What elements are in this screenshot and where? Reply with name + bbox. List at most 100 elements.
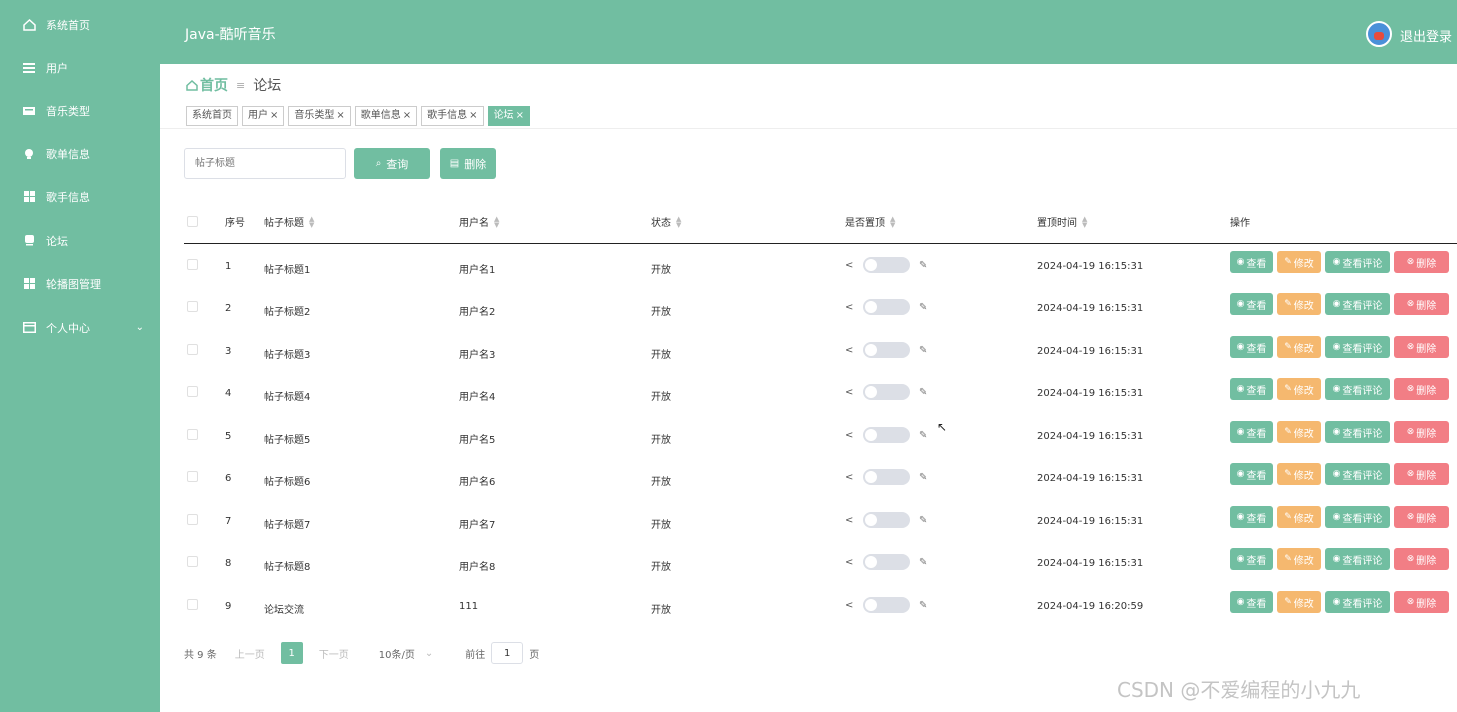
share-icon[interactable]: <: [845, 515, 853, 526]
sidebar-item-music-type[interactable]: 音乐类型: [0, 89, 160, 132]
sidebar-item-forum[interactable]: 论坛: [0, 219, 160, 262]
view-button[interactable]: ◉ 查看: [1230, 591, 1273, 613]
pen-icon[interactable]: ✎: [919, 430, 927, 441]
edit-button[interactable]: ✎ 修改: [1277, 378, 1321, 400]
share-icon[interactable]: <: [845, 302, 853, 313]
sort-icon[interactable]: ▲ ▼: [309, 215, 314, 228]
row-delete-button[interactable]: ⊗ 删除: [1394, 421, 1449, 443]
row-delete-button[interactable]: ⊗ 删除: [1394, 548, 1449, 570]
pen-icon[interactable]: ✎: [919, 600, 927, 611]
close-icon[interactable]: ×: [516, 110, 524, 121]
share-icon[interactable]: <: [845, 430, 853, 441]
row-checkbox[interactable]: [187, 556, 198, 567]
page-number-button[interactable]: 1: [280, 642, 303, 664]
row-delete-button[interactable]: ⊗ 删除: [1394, 591, 1449, 613]
share-icon[interactable]: <: [845, 345, 853, 356]
search-input[interactable]: [184, 148, 346, 179]
view-button[interactable]: ◉ 查看: [1230, 463, 1273, 485]
view-button[interactable]: ◉ 查看: [1230, 378, 1273, 400]
column-header-user[interactable]: 用户名 ▲ ▼: [459, 214, 499, 229]
prev-page-button[interactable]: 上一页: [235, 646, 265, 661]
share-icon[interactable]: <: [845, 557, 853, 568]
select-all-checkbox[interactable]: [187, 216, 198, 227]
view-comments-button[interactable]: ◉ 查看评论: [1325, 293, 1390, 315]
view-comments-button[interactable]: ◉ 查看评论: [1325, 251, 1390, 273]
pinned-toggle[interactable]: [863, 597, 910, 613]
delete-button[interactable]: ▤ 删除: [440, 148, 496, 179]
column-header-status[interactable]: 状态 ▲ ▼: [651, 214, 681, 229]
column-header-title[interactable]: 帖子标题 ▲ ▼: [264, 214, 314, 229]
row-checkbox[interactable]: [187, 514, 198, 525]
column-header-pin-time[interactable]: 置顶时间 ▲ ▼: [1037, 214, 1087, 229]
sidebar-item-home[interactable]: 系统首页: [0, 3, 160, 46]
sidebar-item-profile[interactable]: 个人中心 ⌄: [0, 306, 160, 349]
view-button[interactable]: ◉ 查看: [1230, 336, 1273, 358]
logout-button[interactable]: 退出登录: [1400, 26, 1452, 45]
row-delete-button[interactable]: ⊗ 删除: [1394, 336, 1449, 358]
view-button[interactable]: ◉ 查看: [1230, 421, 1273, 443]
sidebar-item-playlist[interactable]: 歌单信息: [0, 132, 160, 175]
share-icon[interactable]: <: [845, 387, 853, 398]
tab-users[interactable]: 用户 ×: [242, 106, 285, 126]
pen-icon[interactable]: ✎: [919, 302, 927, 313]
view-comments-button[interactable]: ◉ 查看评论: [1325, 506, 1390, 528]
close-icon[interactable]: ×: [270, 110, 278, 121]
row-checkbox[interactable]: [187, 301, 198, 312]
share-icon[interactable]: <: [845, 260, 853, 271]
edit-button[interactable]: ✎ 修改: [1277, 336, 1321, 358]
tab-music-type[interactable]: 音乐类型 ×: [288, 106, 351, 126]
row-checkbox[interactable]: [187, 429, 198, 440]
view-button[interactable]: ◉ 查看: [1230, 548, 1273, 570]
pen-icon[interactable]: ✎: [919, 387, 927, 398]
pinned-toggle[interactable]: [863, 512, 910, 528]
query-button[interactable]: ⌕ 查询: [354, 148, 430, 179]
breadcrumb-home[interactable]: 首页: [186, 75, 228, 95]
edit-button[interactable]: ✎ 修改: [1277, 421, 1321, 443]
page-size-select[interactable]: 10条/页 ⌄: [379, 646, 433, 661]
sidebar-item-singer[interactable]: 歌手信息: [0, 175, 160, 218]
pen-icon[interactable]: ✎: [919, 557, 927, 568]
pinned-toggle[interactable]: [863, 342, 910, 358]
row-checkbox[interactable]: [187, 471, 198, 482]
pinned-toggle[interactable]: [863, 257, 910, 273]
pinned-toggle[interactable]: [863, 299, 910, 315]
view-comments-button[interactable]: ◉ 查看评论: [1325, 378, 1390, 400]
share-icon[interactable]: <: [845, 472, 853, 483]
sidebar-item-banner[interactable]: 轮播图管理: [0, 262, 160, 305]
pen-icon[interactable]: ✎: [919, 472, 927, 483]
row-delete-button[interactable]: ⊗ 删除: [1394, 506, 1449, 528]
close-icon[interactable]: ×: [403, 110, 411, 121]
view-button[interactable]: ◉ 查看: [1230, 506, 1273, 528]
page-jump-input[interactable]: [491, 642, 524, 664]
sidebar-item-users[interactable]: 用户: [0, 46, 160, 89]
close-icon[interactable]: ×: [336, 110, 344, 121]
row-delete-button[interactable]: ⊗ 删除: [1394, 378, 1449, 400]
edit-button[interactable]: ✎ 修改: [1277, 251, 1321, 273]
pinned-toggle[interactable]: [863, 554, 910, 570]
row-checkbox[interactable]: [187, 259, 198, 270]
pen-icon[interactable]: ✎: [919, 515, 927, 526]
tab-forum[interactable]: 论坛 ×: [487, 106, 530, 126]
next-page-button[interactable]: 下一页: [319, 646, 349, 661]
row-delete-button[interactable]: ⊗ 删除: [1394, 463, 1449, 485]
share-icon[interactable]: <: [845, 600, 853, 611]
sort-icon[interactable]: ▲ ▼: [890, 215, 895, 228]
pen-icon[interactable]: ✎: [919, 345, 927, 356]
sort-icon[interactable]: ▲ ▼: [1082, 215, 1087, 228]
row-delete-button[interactable]: ⊗ 删除: [1394, 293, 1449, 315]
view-button[interactable]: ◉ 查看: [1230, 251, 1273, 273]
row-checkbox[interactable]: [187, 344, 198, 355]
pinned-toggle[interactable]: [863, 384, 910, 400]
view-button[interactable]: ◉ 查看: [1230, 293, 1273, 315]
pinned-toggle[interactable]: [863, 427, 910, 443]
tab-playlist[interactable]: 歌单信息 ×: [354, 106, 418, 126]
pinned-toggle[interactable]: [863, 469, 910, 485]
tab-singer[interactable]: 歌手信息 ×: [421, 106, 484, 126]
view-comments-button[interactable]: ◉ 查看评论: [1325, 336, 1390, 358]
edit-button[interactable]: ✎ 修改: [1277, 506, 1321, 528]
row-checkbox[interactable]: [187, 599, 198, 610]
edit-button[interactable]: ✎ 修改: [1277, 463, 1321, 485]
view-comments-button[interactable]: ◉ 查看评论: [1325, 463, 1390, 485]
sort-icon[interactable]: ▲ ▼: [676, 215, 681, 228]
sort-icon[interactable]: ▲ ▼: [494, 215, 499, 228]
